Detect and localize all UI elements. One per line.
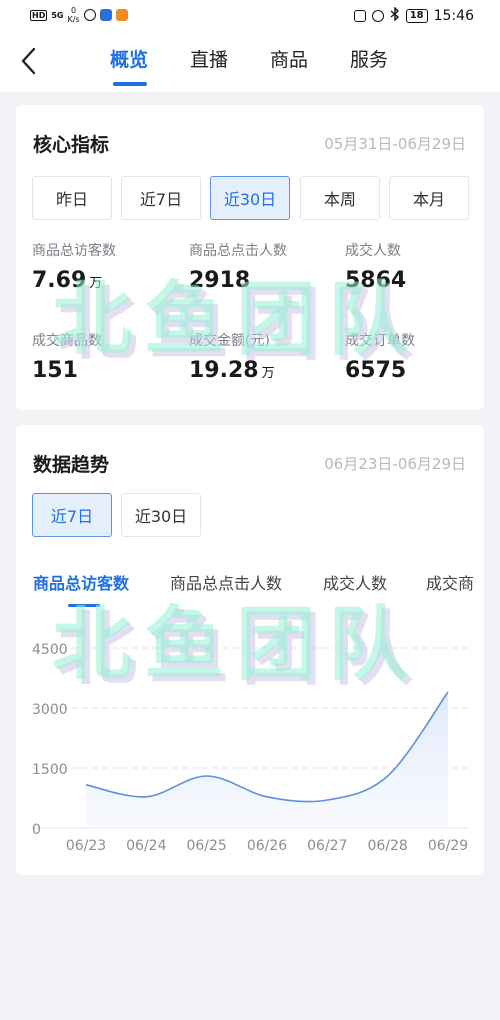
tab-overview[interactable]: 概览	[110, 46, 190, 74]
active-tab-indicator	[113, 82, 147, 86]
active-metric-indicator	[68, 604, 100, 607]
metric-value: 7.69 万	[32, 268, 103, 293]
chevron-left-icon	[21, 47, 36, 75]
metric-value: 151	[32, 358, 78, 383]
period-30days-button[interactable]: 近30日	[210, 176, 290, 220]
bluetooth-icon	[390, 6, 400, 25]
hd-badge: HD	[30, 9, 48, 21]
metric-label: 成交人数	[345, 243, 401, 259]
status-left: HD 5G 0 K/s	[30, 6, 128, 24]
core-metrics-title: 核心指标	[33, 134, 110, 156]
period-this-month-button[interactable]: 本月	[389, 176, 469, 220]
metric-label: 成交订单数	[345, 333, 415, 349]
trend-tab-visitors[interactable]: 商品总访客数	[33, 570, 129, 594]
trend-area	[86, 692, 448, 828]
top-navigation: 概览 直播 商品 服务	[0, 32, 500, 92]
status-right: 18 15:46	[353, 6, 474, 25]
data-trend-title: 数据趋势	[33, 454, 110, 476]
trend-period-30days-button[interactable]: 近30日	[121, 493, 201, 537]
network-speed-value: 0	[70, 6, 77, 15]
trend-metric-tabs: 商品总访客数 商品总点击人数 成交人数 成交商	[33, 570, 484, 600]
x-tick-label: 06/25	[186, 838, 226, 854]
y-tick-label: 1500	[32, 762, 68, 778]
metric-label: 商品总点击人数	[189, 243, 287, 259]
metric-product-clicks[interactable]: 商品总点击人数 2918	[189, 242, 339, 297]
metric-value: 5864	[345, 268, 407, 293]
x-tick-label: 06/24	[126, 838, 166, 854]
metric-label: 商品总访客数	[32, 243, 116, 259]
x-tick-label: 06/26	[247, 838, 287, 854]
metric-value: 19.28 万	[189, 358, 275, 383]
trend-tab-buyers[interactable]: 成交人数	[323, 570, 387, 594]
period-this-week-button[interactable]: 本周	[300, 176, 380, 220]
metric-label: 成交商品数	[32, 333, 102, 349]
core-metrics-date-range: 05月31日-06月29日	[324, 135, 466, 153]
core-metrics-card: 核心指标 05月31日-06月29日 昨日 近7日 近30日 本周 本月 商品总…	[16, 105, 484, 410]
status-bar: HD 5G 0 K/s 18 15:46	[0, 0, 500, 32]
y-tick-label: 4500	[32, 642, 68, 658]
clock: 15:46	[433, 8, 474, 24]
metric-value: 2918	[189, 268, 251, 293]
alarm-icon	[371, 10, 384, 22]
y-tick-label: 3000	[32, 702, 68, 718]
main-tabs: 概览 直播 商品 服务	[110, 46, 430, 74]
battery-indicator: 18	[405, 9, 428, 23]
tab-live[interactable]: 直播	[190, 46, 270, 74]
x-tick-label: 06/27	[307, 838, 347, 854]
taobao-notification-icon	[115, 9, 128, 21]
period-yesterday-button[interactable]: 昨日	[32, 176, 112, 220]
back-button[interactable]	[18, 46, 42, 76]
metric-buyers[interactable]: 成交人数 5864	[345, 242, 495, 297]
headphone-icon	[83, 9, 96, 21]
network-speed-unit: K/s	[67, 15, 80, 24]
period-7days-button[interactable]: 近7日	[121, 176, 201, 220]
data-trend-card: 数据趋势 06月23日-06月29日 近7日 近30日 商品总访客数 商品总点击…	[16, 425, 484, 875]
metric-orders[interactable]: 成交订单数 6575	[345, 332, 495, 387]
trend-chart: 0 1500 3000 4500 06/23 06/24 06/25 06/26 06/27 06…	[32, 642, 468, 854]
tab-service[interactable]: 服务	[350, 46, 430, 74]
metric-sales-amount[interactable]: 成交金额(元) 19.28 万	[189, 332, 339, 387]
y-tick-label: 0	[32, 822, 41, 838]
x-tick-label: 06/29	[428, 838, 468, 854]
app-notification-icon	[99, 9, 112, 21]
signal-indicator: 5G	[51, 10, 64, 20]
metric-value: 6575	[345, 358, 407, 383]
nfc-icon	[353, 10, 366, 22]
data-trend-date-range: 06月23日-06月29日	[324, 455, 466, 473]
x-tick-label: 06/28	[367, 838, 407, 854]
trend-period-7days-button[interactable]: 近7日	[32, 493, 112, 537]
metric-product-visitors[interactable]: 商品总访客数 7.69 万	[32, 242, 182, 297]
trend-tab-clicks[interactable]: 商品总点击人数	[170, 570, 282, 594]
network-speed: 0 K/s	[67, 6, 79, 24]
tab-products[interactable]: 商品	[270, 46, 350, 74]
metric-products-sold[interactable]: 成交商品数 151	[32, 332, 182, 387]
x-tick-label: 06/23	[66, 838, 106, 854]
trend-tab-sales[interactable]: 成交商	[426, 570, 474, 594]
metric-label: 成交金额(元)	[189, 333, 270, 349]
